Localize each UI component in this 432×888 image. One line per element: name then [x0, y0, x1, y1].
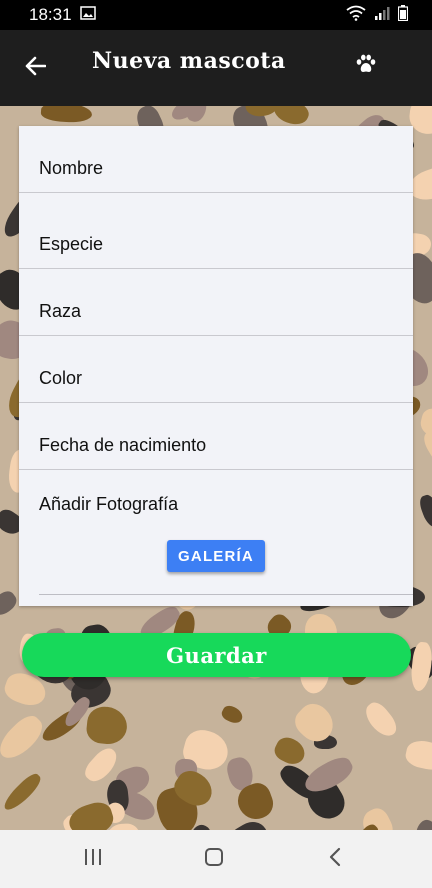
nav-back-button[interactable] [315, 844, 355, 874]
color-field[interactable]: Color [19, 336, 413, 403]
app-bar: Nueva mascota [0, 30, 432, 106]
save-button[interactable]: Guardar [22, 633, 411, 677]
back-icon [328, 847, 342, 872]
recent-apps-button[interactable] [73, 844, 113, 874]
system-nav-bar [0, 830, 432, 888]
leopard-spot [0, 770, 45, 815]
breed-field-label: Raza [39, 301, 82, 321]
leopard-spot [40, 106, 93, 124]
paw-button[interactable] [352, 52, 380, 80]
page-title: Nueva mascota [92, 48, 286, 74]
pet-form-card: Nombre Especie Raza Color Fecha de nacim… [19, 126, 413, 606]
leopard-spot [0, 710, 48, 766]
name-field-label: Nombre [39, 158, 104, 178]
species-field-label: Especie [39, 234, 104, 254]
leopard-spot [85, 704, 130, 746]
status-bar: 18:31 [0, 0, 432, 30]
leopard-spot [413, 818, 432, 830]
signal-icon [374, 5, 390, 25]
home-button[interactable] [194, 844, 234, 874]
wifi-icon [346, 5, 366, 26]
back-button[interactable] [19, 52, 51, 84]
birthdate-field[interactable]: Fecha de nacimiento [19, 403, 413, 470]
photo-divider [39, 594, 413, 595]
leopard-spot [0, 587, 21, 620]
status-right [346, 4, 409, 26]
leopard-spot [220, 702, 246, 726]
add-photo-label: Añadir Fotografía [39, 494, 179, 514]
leopard-spot [360, 698, 401, 742]
color-field-label: Color [39, 368, 83, 388]
paw-icon [355, 53, 377, 80]
back-arrow-icon [24, 56, 47, 81]
breed-field[interactable]: Raza [19, 269, 413, 336]
leopard-spot [271, 733, 310, 769]
leopard-spot [357, 804, 397, 830]
leopard-spot [417, 492, 432, 529]
battery-icon [397, 4, 409, 26]
gallery-button[interactable]: GALERÍA [167, 540, 265, 572]
home-icon [204, 847, 224, 872]
name-field[interactable]: Nombre [19, 126, 413, 193]
status-time: 18:31 [29, 5, 72, 24]
leopard-spot [420, 426, 432, 471]
recent-apps-icon [83, 848, 103, 871]
birthdate-field-label: Fecha de nacimiento [39, 435, 207, 455]
leopard-spot [403, 738, 432, 774]
image-icon [79, 5, 96, 25]
species-field[interactable]: Especie [19, 202, 413, 269]
status-left: 18:31 [29, 5, 96, 25]
